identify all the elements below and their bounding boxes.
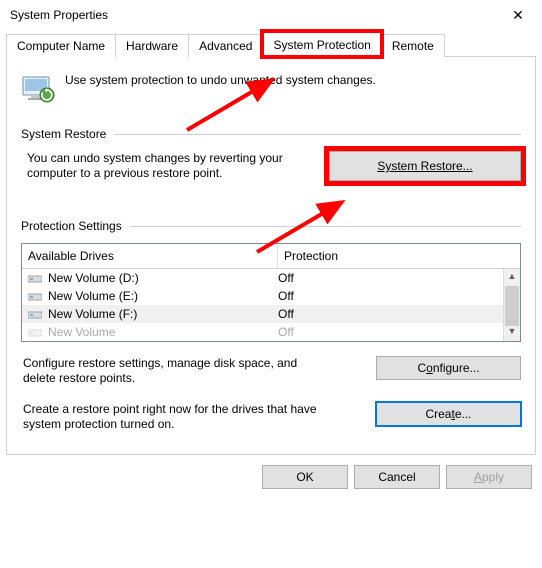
drive-row[interactable]: New Volume (E:) Off xyxy=(22,287,520,305)
scroll-thumb[interactable] xyxy=(505,286,519,326)
tab-panel: Use system protection to undo unwanted s… xyxy=(6,56,536,455)
restore-description: You can undo system changes by reverting… xyxy=(27,151,317,181)
ok-button[interactable]: OK xyxy=(262,465,348,489)
drive-list: Available Drives Protection New Volume (… xyxy=(21,243,521,342)
scroll-track[interactable] xyxy=(504,286,520,324)
drive-icon xyxy=(28,291,42,302)
drive-list-header: Available Drives Protection xyxy=(22,244,520,269)
drive-row[interactable]: New Volume (D:) Off xyxy=(22,269,520,287)
create-description: Create a restore point right now for the… xyxy=(23,402,323,432)
drive-icon xyxy=(28,273,42,284)
configure-button[interactable]: Configure... xyxy=(376,356,521,380)
create-button[interactable]: Create... xyxy=(376,402,521,426)
drive-row[interactable]: New Volume (F:) Off xyxy=(22,305,520,323)
cancel-button[interactable]: Cancel xyxy=(354,465,440,489)
divider xyxy=(114,134,521,135)
drive-protection: Off xyxy=(278,325,514,339)
drive-protection: Off xyxy=(278,307,514,321)
divider xyxy=(130,226,521,227)
apply-button: Apply xyxy=(446,465,532,489)
tab-computer-name[interactable]: Computer Name xyxy=(6,34,116,57)
drive-protection: Off xyxy=(278,271,514,285)
drive-name: New Volume (F:) xyxy=(48,307,137,321)
system-protection-icon xyxy=(21,71,55,105)
tab-strip: Computer Name Hardware Advanced System P… xyxy=(0,30,542,56)
intro-text: Use system protection to undo unwanted s… xyxy=(65,69,376,87)
drive-name: New Volume xyxy=(48,325,115,339)
scroll-down-button[interactable]: ▼ xyxy=(504,324,520,341)
col-protection[interactable]: Protection xyxy=(278,244,520,268)
drive-name: New Volume (E:) xyxy=(48,289,138,303)
configure-description: Configure restore settings, manage disk … xyxy=(23,356,323,386)
titlebar: System Properties ✕ xyxy=(0,0,542,30)
drive-row[interactable]: New Volume Off xyxy=(22,323,520,341)
col-available-drives[interactable]: Available Drives xyxy=(22,244,278,268)
tab-remote[interactable]: Remote xyxy=(381,34,445,57)
drive-protection: Off xyxy=(278,289,514,303)
group-protection-settings: Protection Settings xyxy=(21,219,122,233)
drive-icon xyxy=(28,327,42,338)
dialog-buttons: OK Cancel Apply xyxy=(0,455,542,489)
system-restore-button[interactable]: System Restore... xyxy=(329,151,521,181)
drive-icon xyxy=(28,309,42,320)
group-system-restore: System Restore xyxy=(21,127,106,141)
tab-system-protection[interactable]: System Protection xyxy=(262,31,381,57)
scrollbar[interactable]: ▲ ▼ xyxy=(503,269,520,341)
window-title: System Properties xyxy=(10,8,108,22)
scroll-up-button[interactable]: ▲ xyxy=(504,269,520,286)
drive-name: New Volume (D:) xyxy=(48,271,139,285)
tab-advanced[interactable]: Advanced xyxy=(188,34,263,57)
tab-hardware[interactable]: Hardware xyxy=(115,34,189,57)
close-button[interactable]: ✕ xyxy=(502,4,534,26)
